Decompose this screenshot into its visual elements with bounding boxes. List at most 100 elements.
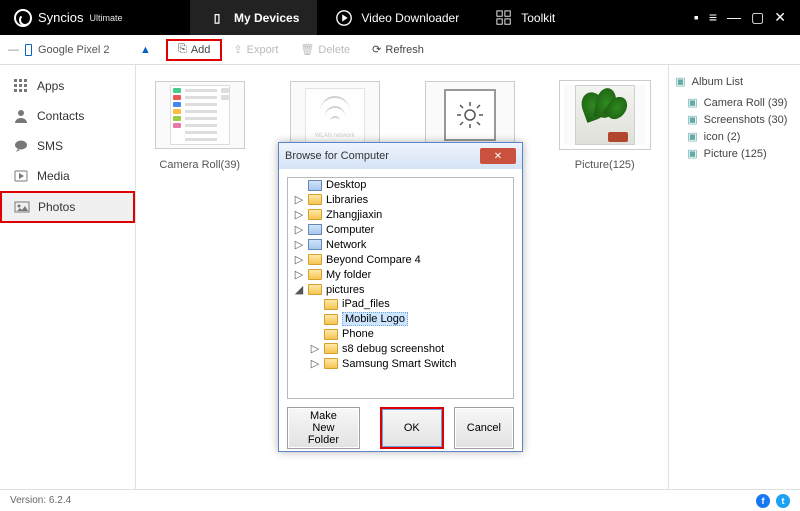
tab-my-devices[interactable]: ▯ My Devices — [190, 0, 317, 35]
photos-icon — [14, 199, 30, 215]
sidebar: Apps Contacts SMS Media Photos — [0, 65, 136, 489]
app-edition: Ultimate — [90, 13, 123, 23]
tree-twisty[interactable]: ▷ — [310, 357, 320, 370]
app-title: Syncios — [38, 10, 84, 25]
album-thumb-picture[interactable]: Picture(125) — [557, 81, 652, 473]
folder-icon — [308, 194, 322, 205]
album-item-icon[interactable]: ▣ icon (2) — [675, 128, 794, 145]
sidebar-item-media[interactable]: Media — [0, 161, 135, 191]
sidebar-item-label: Apps — [37, 79, 64, 93]
twitter-icon[interactable]: t — [776, 494, 790, 508]
folder-tree[interactable]: Desktop▷Libraries▷Zhangjiaxin▷Computer▷N… — [287, 177, 514, 399]
tree-row[interactable]: ▷s8 debug screenshot — [288, 341, 513, 356]
tree-label: Beyond Compare 4 — [326, 254, 421, 266]
menu-icon[interactable]: ≡ — [709, 9, 717, 26]
picture-icon: ▣ — [687, 147, 697, 160]
dialog-titlebar[interactable]: Browse for Computer ✕ — [279, 143, 522, 169]
folder-icon — [308, 254, 322, 265]
computer-icon — [308, 224, 322, 235]
sidebar-item-label: Media — [37, 169, 70, 183]
device-selector[interactable]: — Google Pixel 2 — [0, 44, 140, 56]
device-name: Google Pixel 2 — [38, 44, 110, 56]
add-label: Add — [191, 44, 211, 56]
tree-row[interactable]: ▷ Beyond Compare 4 — [288, 252, 513, 267]
close-button[interactable]: ✕ — [774, 9, 786, 26]
export-label: Export — [247, 44, 279, 56]
tab-toolkit[interactable]: Toolkit — [477, 0, 573, 35]
tree-label: Libraries — [326, 194, 368, 206]
minimize-button[interactable]: — — [727, 9, 741, 26]
footer: Version: 6.2.4 f t — [0, 489, 800, 511]
tree-row[interactable]: iPad_files — [288, 297, 513, 311]
tree-row[interactable]: Phone — [288, 327, 513, 341]
tree-twisty[interactable]: ▷ — [294, 253, 304, 266]
picture-icon: ▣ — [675, 75, 685, 88]
dialog-close-button[interactable]: ✕ — [480, 148, 516, 164]
tree-row[interactable]: ▷ Samsung Smart Switch — [288, 356, 513, 371]
tree-twisty[interactable]: ▷ — [294, 238, 304, 251]
version-label: Version: 6.2.4 — [10, 495, 71, 506]
delete-button[interactable]: 🗑 Delete — [289, 39, 361, 61]
app-brand: Syncios Ultimate — [0, 9, 190, 27]
add-button[interactable]: ⎘ Add — [166, 39, 222, 61]
tree-twisty[interactable]: ◢ — [294, 283, 304, 296]
tree-label: Phone — [342, 328, 374, 340]
tree-label: Network — [326, 239, 366, 251]
album-thumb-camera-roll[interactable]: Camera Roll(39) — [152, 81, 247, 473]
sidebar-item-sms[interactable]: SMS — [0, 131, 135, 161]
album-list-title: Album List — [692, 76, 743, 88]
tree-row[interactable]: ▷My folder — [288, 267, 513, 282]
refresh-label: Refresh — [385, 44, 424, 56]
sms-icon — [13, 138, 29, 154]
dialog-title: Browse for Computer — [285, 150, 389, 162]
tree-label: Mobile Logo — [342, 312, 408, 326]
tab-video-downloader[interactable]: Video Downloader — [317, 0, 477, 35]
thumb-preview — [425, 81, 515, 149]
sidebar-item-label: Contacts — [37, 109, 84, 123]
tree-twisty[interactable]: ▷ — [310, 342, 320, 355]
tree-row[interactable]: ▷ Libraries — [288, 192, 513, 207]
tree-row[interactable]: ▷ Zhangjiaxin — [288, 207, 513, 222]
tree-row[interactable]: ▷ Network — [288, 237, 513, 252]
brightness-icon — [444, 89, 496, 141]
tree-twisty[interactable]: ▷ — [294, 223, 304, 236]
facebook-icon[interactable]: f — [756, 494, 770, 508]
tree-row[interactable]: ◢pictures — [288, 282, 513, 297]
chat-icon[interactable]: ▪ — [694, 9, 699, 26]
folder-icon — [308, 209, 322, 220]
phone-mini-icon — [25, 44, 32, 56]
album-item-picture[interactable]: ▣ Picture (125) — [675, 145, 794, 162]
sidebar-item-apps[interactable]: Apps — [0, 71, 135, 101]
tree-label: Samsung Smart Switch — [342, 358, 456, 370]
thumb-label: Camera Roll(39) — [159, 159, 240, 171]
thumb-preview — [560, 81, 650, 149]
picture-icon: ▣ — [687, 113, 697, 126]
folder-icon — [324, 329, 338, 340]
folder-icon — [324, 343, 338, 354]
delete-label: Delete — [318, 44, 350, 56]
eject-button[interactable]: ▲ — [140, 44, 156, 56]
album-item-screenshots[interactable]: ▣ Screenshots (30) — [675, 111, 794, 128]
tree-row[interactable]: ▷Computer — [288, 222, 513, 237]
tree-label: Zhangjiaxin — [326, 209, 382, 221]
tree-twisty[interactable]: ▷ — [294, 193, 304, 206]
sidebar-item-photos[interactable]: Photos — [0, 191, 135, 223]
album-item-camera-roll[interactable]: ▣ Camera Roll (39) — [675, 94, 794, 111]
tree-label: iPad_files — [342, 298, 390, 310]
sidebar-item-contacts[interactable]: Contacts — [0, 101, 135, 131]
computer-icon — [308, 239, 322, 250]
tree-row[interactable]: Desktop — [288, 178, 513, 192]
tree-twisty[interactable]: ▷ — [294, 208, 304, 221]
make-new-folder-button[interactable]: Make New Folder — [287, 407, 360, 449]
tree-twisty[interactable]: ▷ — [294, 268, 304, 281]
ok-button[interactable]: OK — [380, 407, 444, 449]
computer-icon — [308, 180, 322, 191]
album-item-label: icon (2) — [704, 131, 741, 143]
tab-label: Video Downloader — [361, 11, 459, 25]
refresh-button[interactable]: ⟳ Refresh — [361, 39, 435, 61]
maximize-button[interactable]: ▢ — [751, 9, 764, 26]
export-button[interactable]: ⇪ Export — [222, 39, 289, 61]
cancel-button[interactable]: Cancel — [454, 407, 514, 449]
export-icon: ⇪ — [233, 43, 242, 56]
tree-row[interactable]: Mobile Logo — [288, 311, 513, 327]
